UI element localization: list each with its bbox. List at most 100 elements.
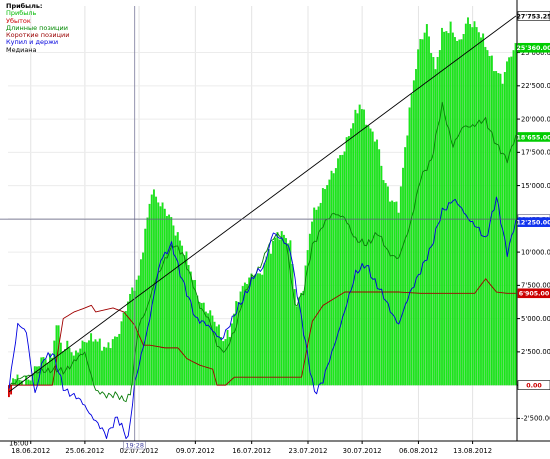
- profit-bar: [495, 71, 498, 386]
- value-label: 6'905.00: [519, 291, 550, 298]
- legend-median: Медиана: [6, 45, 37, 54]
- profit-bar: [447, 33, 450, 386]
- profit-bar: [263, 263, 266, 386]
- profit-bar: [64, 349, 67, 386]
- profit-bar: [280, 231, 283, 386]
- profit-bar: [454, 37, 456, 386]
- profit-bar: [222, 341, 225, 386]
- profit-bar: [66, 340, 69, 386]
- y-tick-label: 10'000.00: [521, 248, 550, 256]
- profit-bar: [259, 273, 261, 386]
- profit-bar: [512, 50, 515, 386]
- profit-bar: [347, 136, 350, 386]
- profit-bar: [386, 186, 389, 386]
- profit-bar: [194, 280, 197, 386]
- profit-bar: [105, 347, 108, 386]
- profit-bar: [360, 109, 363, 386]
- profit-bar: [62, 351, 64, 386]
- profit-bar: [189, 271, 192, 386]
- profit-bar: [501, 83, 504, 386]
- profit-bar: [12, 378, 15, 386]
- profit-bar: [120, 321, 123, 386]
- profit-bar: [163, 208, 166, 386]
- profit-bar: [493, 71, 495, 386]
- profit-bar: [176, 232, 179, 386]
- profit-bar: [287, 243, 290, 386]
- profit-bar: [462, 33, 465, 386]
- profit-bar: [298, 297, 300, 386]
- profit-bar: [135, 279, 138, 386]
- profit-bar: [239, 291, 242, 386]
- profit-bar: [399, 186, 402, 386]
- profit-bar: [68, 347, 71, 386]
- profit-bar: [157, 202, 160, 386]
- profit-bar: [185, 251, 188, 386]
- profit-bar: [482, 33, 485, 386]
- profit-bar: [161, 202, 164, 386]
- profit-bar: [33, 366, 36, 386]
- profit-bar: [324, 189, 326, 386]
- value-label: 25'360.00: [517, 45, 550, 52]
- profit-bar: [85, 342, 88, 386]
- profit-bar: [436, 56, 439, 386]
- profit-bar: [337, 158, 339, 386]
- value-label: 12'250.00: [517, 220, 550, 227]
- x-tick-label: 30.07.2012: [343, 447, 382, 455]
- profit-bar: [490, 55, 493, 386]
- profit-bar: [421, 39, 424, 386]
- profit-bar: [224, 339, 227, 386]
- profit-bar: [49, 353, 51, 386]
- profit-bar: [402, 167, 404, 386]
- profit-bar: [419, 39, 422, 386]
- profit-bar: [211, 315, 214, 386]
- profit-bar: [109, 348, 112, 386]
- profit-bar: [441, 27, 443, 386]
- profit-bar: [81, 340, 84, 386]
- x-tick-label: 09.07.2012: [176, 447, 215, 455]
- profit-bar: [339, 155, 342, 386]
- profit-bar: [295, 306, 298, 386]
- profit-bar: [274, 237, 277, 386]
- value-label: 0.00: [526, 383, 542, 390]
- profit-bar: [484, 46, 487, 386]
- profit-bar: [127, 301, 129, 386]
- y-tick-label: 2'500.00: [521, 348, 550, 356]
- profit-bar: [129, 293, 132, 386]
- profit-bar: [350, 128, 352, 386]
- profit-bar: [118, 333, 121, 386]
- profit-bar: [96, 341, 99, 386]
- profit-bar: [425, 24, 428, 386]
- profit-bar: [326, 185, 329, 386]
- profit-bar: [467, 17, 469, 386]
- profit-bar: [417, 49, 420, 386]
- profit-bar: [321, 188, 324, 386]
- profit-bar: [181, 245, 184, 386]
- profit-bar: [178, 240, 181, 386]
- profit-bar: [29, 380, 32, 386]
- profit-bar: [243, 282, 246, 386]
- profit-bar: [285, 238, 287, 386]
- profit-bar: [276, 232, 279, 386]
- profit-bar: [358, 104, 361, 386]
- profit-bar: [207, 313, 210, 386]
- y-tick-label: 7'500.00: [521, 282, 550, 290]
- profit-bar: [371, 131, 374, 386]
- profit-bar: [250, 273, 253, 386]
- profit-bar: [111, 339, 114, 386]
- profit-bar: [365, 124, 368, 386]
- profit-bar: [367, 125, 370, 386]
- profit-bar: [363, 109, 365, 386]
- x-tick-label: 16.07.2012: [232, 447, 271, 455]
- profit-bar: [103, 346, 106, 386]
- profit-bar: [300, 292, 303, 386]
- profit-bar: [469, 24, 472, 386]
- profit-bar: [267, 249, 270, 386]
- profit-bar: [408, 107, 411, 386]
- profit-bar: [514, 43, 517, 386]
- profit-bar: [328, 179, 331, 386]
- profit-bar: [412, 80, 415, 386]
- profit-bar: [391, 200, 394, 386]
- profit-bar: [313, 207, 316, 386]
- profit-bar: [289, 240, 292, 386]
- profit-bar: [122, 312, 125, 386]
